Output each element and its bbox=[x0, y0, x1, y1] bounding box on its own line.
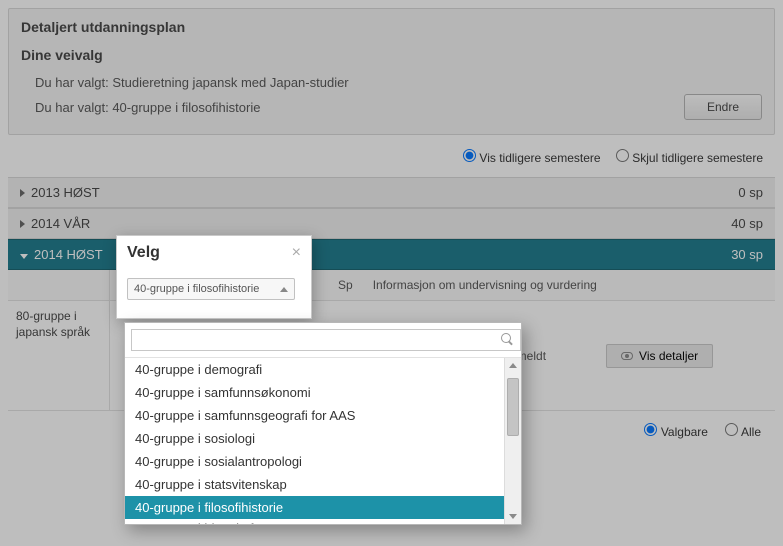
modal-title: Velg bbox=[127, 244, 160, 262]
dropdown-option[interactable]: 40-gruppe i demografi bbox=[125, 358, 504, 381]
dropdown-option[interactable]: 40-gruppe i sosialantropologi bbox=[125, 450, 504, 473]
select-modal: Velg × 40-gruppe i filosofihistorie bbox=[116, 235, 312, 319]
combo-select[interactable]: 40-gruppe i filosofihistorie bbox=[127, 278, 295, 300]
combo-value: 40-gruppe i filosofihistorie bbox=[134, 283, 259, 295]
dropdown-option[interactable]: 40-gruppe i samfunnsgeografi for AAS bbox=[125, 404, 504, 427]
dropdown-panel: 40-gruppe i demografi40-gruppe i samfunn… bbox=[124, 322, 522, 525]
dropdown-search-input[interactable] bbox=[131, 329, 521, 351]
close-icon[interactable]: × bbox=[292, 245, 301, 261]
chevron-up-icon bbox=[280, 283, 288, 295]
dropdown-option[interactable]: 40-gruppe i historie for AAS-programmet bbox=[125, 519, 504, 524]
scroll-thumb[interactable] bbox=[507, 378, 519, 436]
dropdown-option[interactable]: 40-gruppe i samfunnsøkonomi bbox=[125, 381, 504, 404]
scroll-down-icon[interactable] bbox=[509, 514, 517, 519]
dropdown-list: 40-gruppe i demografi40-gruppe i samfunn… bbox=[125, 358, 504, 524]
dropdown-scrollbar[interactable] bbox=[504, 358, 521, 524]
scroll-up-icon[interactable] bbox=[509, 363, 517, 368]
dropdown-option[interactable]: 40-gruppe i sosiologi bbox=[125, 427, 504, 450]
search-icon bbox=[501, 333, 515, 347]
dropdown-option[interactable]: 40-gruppe i filosofihistorie bbox=[125, 496, 504, 519]
dropdown-option[interactable]: 40-gruppe i statsvitenskap bbox=[125, 473, 504, 496]
